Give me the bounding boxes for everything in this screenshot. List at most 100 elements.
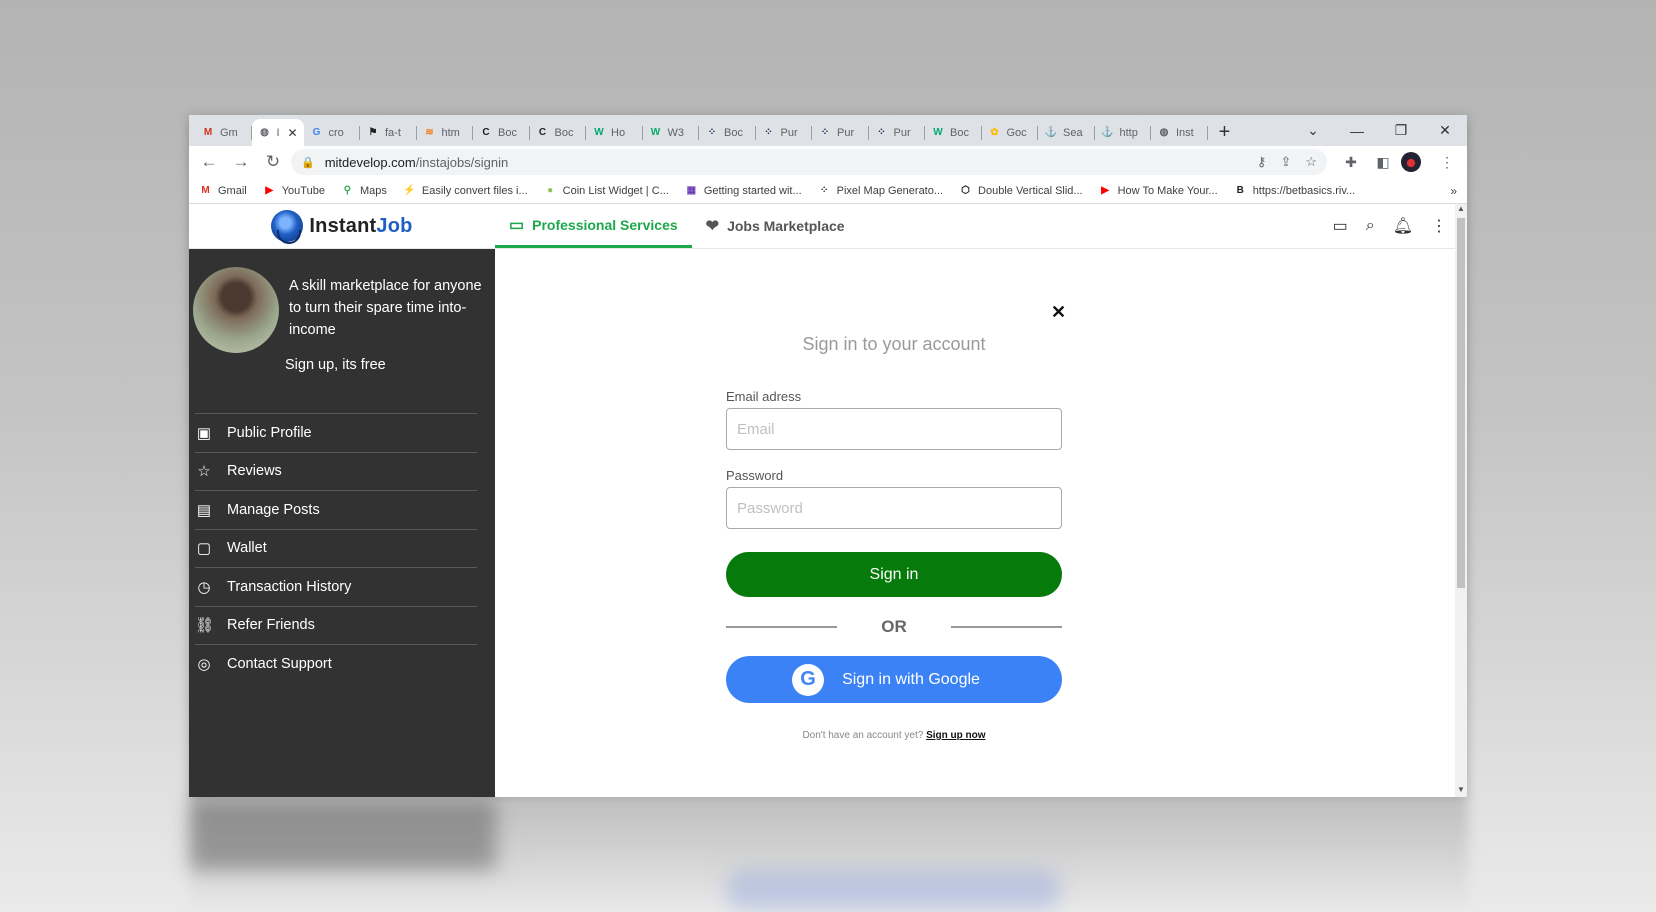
brand-logo[interactable]: InstantJob bbox=[189, 204, 495, 248]
bookmarks-overflow-icon[interactable]: » bbox=[1450, 184, 1457, 198]
tab-professional-services[interactable]: ▭ Professional Services bbox=[495, 204, 692, 248]
browser-tab[interactable]: C Boc bbox=[530, 119, 587, 146]
close-icon[interactable]: ✕ bbox=[1051, 302, 1066, 323]
chat-icon[interactable]: ▭ bbox=[1333, 216, 1348, 236]
browser-tab[interactable]: W Ho bbox=[586, 119, 643, 146]
tab-title: W3 bbox=[667, 126, 685, 139]
star-icon[interactable]: ☆ bbox=[1305, 154, 1317, 170]
signup-free-link[interactable]: Sign up, its free bbox=[285, 357, 495, 373]
share-icon[interactable]: ⇪ bbox=[1280, 154, 1291, 170]
bookmark-label: https://betbasics.riv... bbox=[1252, 184, 1356, 197]
bookmark-item[interactable]: ⁘ Pixel Map Generato... bbox=[818, 184, 943, 197]
sidebar-item-manage-posts[interactable]: ▤ Manage Posts bbox=[195, 490, 477, 529]
sidebar-item-refer-friends[interactable]: ⛓ Refer Friends bbox=[195, 605, 477, 645]
sidebar-menu: ▣ Public Profile ☆ Reviews ▤ Manage Posts ▢ Wal… bbox=[189, 413, 495, 683]
browser-menu-icon[interactable]: ⋮ bbox=[1433, 154, 1461, 171]
browser-tab[interactable]: ⁘ Boc bbox=[699, 119, 756, 146]
google-icon: G bbox=[792, 663, 825, 696]
bookmark-item[interactable]: ● Coin List Widget | C... bbox=[544, 184, 669, 197]
dots-icon: ⁘ bbox=[877, 127, 886, 138]
password-label: Password bbox=[726, 468, 784, 483]
tab-title: cro bbox=[328, 126, 344, 139]
sidebar-item-contact-support[interactable]: ◎ Contact Support bbox=[195, 644, 477, 683]
browser-tab[interactable]: ⁘ Pur bbox=[756, 119, 813, 146]
new-tab-button[interactable]: + bbox=[1208, 119, 1242, 146]
bell-icon[interactable]: 🔔︎ bbox=[1393, 216, 1413, 236]
email-field[interactable] bbox=[726, 408, 1062, 450]
browser-tab[interactable]: ⚓ Sea bbox=[1038, 119, 1095, 146]
gmail-icon: M bbox=[203, 127, 213, 138]
flag-icon: ⚑ bbox=[368, 127, 378, 138]
tab-title: Pur bbox=[780, 126, 798, 139]
sidebar-item-wallet[interactable]: ▢ Wallet bbox=[195, 528, 477, 568]
browser-window: M Gm ◍ I ✕ Gcro ⚑ fa-t ≋ htm C Boc C Boc W Ho W W3 ⁘ Boc ⁘ Pu… bbox=[189, 115, 1467, 797]
signup-link[interactable]: Sign up now bbox=[926, 730, 985, 741]
browser-tab[interactable]: C Boc bbox=[473, 119, 530, 146]
reload-button[interactable]: ↻ bbox=[259, 148, 287, 176]
browser-tab[interactable]: ⚑ fa-t bbox=[360, 119, 417, 146]
bookmark-item[interactable]: M Gmail bbox=[199, 184, 247, 197]
history-icon: ◷ bbox=[197, 578, 211, 596]
tab-title: Ho bbox=[611, 126, 626, 139]
password-field[interactable] bbox=[726, 487, 1062, 529]
close-window-button[interactable]: ✕ bbox=[1423, 122, 1467, 139]
more-menu-icon[interactable]: ⋮ bbox=[1431, 216, 1447, 236]
bookmark-item[interactable]: ▦ Getting started wit... bbox=[685, 184, 802, 197]
c-icon: C bbox=[482, 127, 490, 138]
bookmark-label: How To Make Your... bbox=[1117, 184, 1218, 197]
wallet-icon: ▢ bbox=[196, 540, 212, 558]
tab-strip: M Gm ◍ I ✕ Gcro ⚑ fa-t ≋ htm C Boc C Boc W Ho W W3 ⁘ Boc ⁘ Pu… bbox=[189, 115, 1467, 146]
briefcase-icon: ▭ bbox=[509, 216, 525, 234]
sidebar-item-transaction-history[interactable]: ◷ Transaction History bbox=[195, 567, 477, 606]
tab-search-icon[interactable]: ⌄ bbox=[1291, 122, 1335, 139]
back-button[interactable]: ← bbox=[195, 148, 223, 176]
browser-tab[interactable]: W Boc bbox=[925, 119, 982, 146]
search-icon[interactable]: ⌕ bbox=[1366, 217, 1375, 235]
avatar[interactable] bbox=[193, 267, 279, 353]
bet-icon: B bbox=[1236, 185, 1244, 196]
signin-button[interactable]: Sign in bbox=[726, 552, 1062, 597]
browser-tab[interactable]: W W3 bbox=[643, 119, 700, 146]
bookmark-label: Gmail bbox=[218, 184, 247, 197]
page-scrollbar[interactable]: ▲ ▼ bbox=[1455, 204, 1467, 797]
profile-avatar[interactable] bbox=[1401, 152, 1429, 172]
extensions-icon[interactable]: ✚ bbox=[1337, 154, 1365, 171]
forward-button[interactable]: → bbox=[227, 148, 255, 176]
browser-tab[interactable]: ≋ htm bbox=[417, 119, 474, 146]
side-panel-icon[interactable]: ◧ bbox=[1369, 154, 1397, 171]
browser-tab[interactable]: ⁘ Pur bbox=[869, 119, 926, 146]
key-icon[interactable]: ⚷ bbox=[1257, 154, 1267, 170]
browser-tab[interactable]: ◍ I ✕ bbox=[251, 119, 304, 146]
bookmark-label: Easily convert files i... bbox=[421, 184, 528, 197]
browser-tab[interactable]: ✿ Goc bbox=[982, 119, 1039, 146]
minimize-button[interactable]: — bbox=[1335, 123, 1379, 139]
browser-tab[interactable]: ◍ Inst bbox=[1151, 119, 1208, 146]
bookmark-item[interactable]: ▶ YouTube bbox=[263, 184, 325, 197]
stars-icon: ☆ bbox=[197, 463, 211, 481]
sidebar-item-public-profile[interactable]: ▣ Public Profile bbox=[195, 413, 477, 452]
profile-card: A skill marketplace for anyone to turn t… bbox=[189, 249, 495, 353]
browser-tab[interactable]: M Gm bbox=[195, 119, 252, 146]
w3-icon: W bbox=[933, 127, 943, 138]
bookmark-item[interactable]: ⬡ Double Vertical Slid... bbox=[959, 184, 1083, 197]
bookmark-label: Double Vertical Slid... bbox=[978, 184, 1083, 197]
pixel-icon: ⁘ bbox=[819, 185, 829, 196]
browser-tab[interactable]: ⚓ http bbox=[1095, 119, 1152, 146]
tab-title: Boc bbox=[554, 126, 574, 139]
or-divider: OR bbox=[726, 617, 1062, 637]
bookmark-item[interactable]: ⚡ Easily convert files i... bbox=[403, 184, 528, 197]
google-signin-button[interactable]: G Sign in with Google bbox=[726, 656, 1062, 703]
tab-jobs-marketplace[interactable]: ❤ Jobs Marketplace bbox=[692, 204, 859, 248]
sidebar-item-reviews[interactable]: ☆ Reviews bbox=[195, 451, 477, 491]
sidebar-item-label: Transaction History bbox=[227, 578, 352, 595]
browser-tab[interactable]: ⁘ Pur bbox=[812, 119, 869, 146]
no-account-text: Don't have an account yet? bbox=[802, 730, 924, 741]
close-tab-icon[interactable]: ✕ bbox=[287, 126, 297, 140]
browser-tab[interactable]: Gcro bbox=[304, 119, 361, 146]
bookmark-item[interactable]: Bhttps://betbasics.riv... bbox=[1234, 184, 1356, 197]
restore-button[interactable]: ❐ bbox=[1379, 122, 1423, 139]
bookmark-item[interactable]: ▶ How To Make Your... bbox=[1099, 184, 1218, 197]
dots-icon: ⁘ bbox=[707, 127, 717, 138]
address-bar[interactable]: 🔒 mitdevelop.com/instajobs/signin ⚷ ⇪ ☆ bbox=[291, 149, 1327, 175]
bookmark-item[interactable]: ⚲ Maps bbox=[341, 184, 387, 197]
